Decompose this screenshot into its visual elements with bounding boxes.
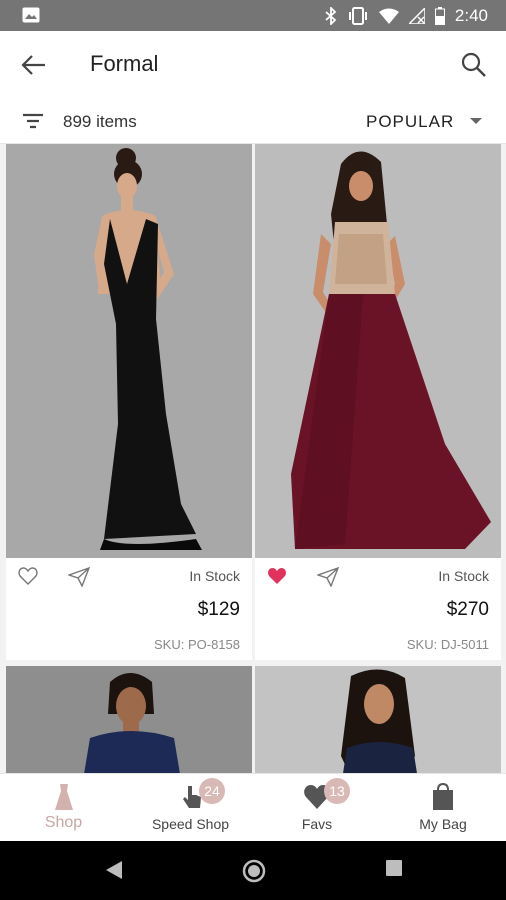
search-icon[interactable] xyxy=(460,51,488,79)
product-grid: In Stock $129 SKU: PO-8158 In Stock $270… xyxy=(0,144,506,773)
filter-bar: 899 items POPULAR xyxy=(0,99,506,144)
stock-status: In Stock xyxy=(189,568,240,584)
bluetooth-icon xyxy=(325,6,337,25)
heart-filled-icon[interactable] xyxy=(267,567,287,585)
chevron-down-icon[interactable] xyxy=(470,118,482,124)
app-bar: Formal xyxy=(0,31,506,99)
favs-badge: 13 xyxy=(324,778,350,804)
product-card[interactable]: In Stock $270 SKU: DJ-5011 xyxy=(255,144,501,660)
stock-status: In Stock xyxy=(438,568,489,584)
nav-label: Speed Shop xyxy=(151,816,230,832)
item-count: 899 items xyxy=(63,112,137,131)
product-image[interactable] xyxy=(6,666,252,773)
wifi-icon xyxy=(378,8,399,24)
shopping-bag-icon xyxy=(433,782,453,810)
nav-my-bag[interactable]: My Bag xyxy=(380,774,506,842)
product-image[interactable] xyxy=(6,144,252,558)
speed-shop-badge: 24 xyxy=(199,778,225,804)
product-image[interactable] xyxy=(255,666,501,773)
back-arrow-icon[interactable] xyxy=(20,51,48,79)
dress-icon xyxy=(54,784,73,810)
nav-favs[interactable]: 13 Favs xyxy=(254,774,380,842)
page-title: Formal xyxy=(90,51,159,76)
status-bar: 2:40 xyxy=(0,0,506,31)
share-icon[interactable] xyxy=(317,567,339,587)
home-circle-icon[interactable] xyxy=(242,859,266,883)
product-actions: In Stock xyxy=(6,559,252,591)
product-card[interactable]: In Stock $129 SKU: PO-8158 xyxy=(6,144,252,660)
bottom-nav: Shop 24 Speed Shop 13 Favs My Bag xyxy=(0,773,506,841)
sort-dropdown[interactable]: POPULAR xyxy=(366,112,454,132)
nav-label: My Bag xyxy=(419,816,467,832)
recents-square-icon[interactable] xyxy=(385,859,403,877)
filter-icon[interactable] xyxy=(22,112,44,130)
product-price: $270 xyxy=(446,599,489,620)
product-card[interactable] xyxy=(255,666,501,773)
battery-icon xyxy=(434,6,445,25)
nav-speed-shop[interactable]: 24 Speed Shop xyxy=(127,774,254,842)
nav-label: Favs xyxy=(301,816,333,832)
nav-shop[interactable]: Shop xyxy=(0,774,127,842)
nav-label: Shop xyxy=(44,814,83,831)
product-sku: SKU: DJ-5011 xyxy=(406,637,489,652)
vibrate-icon xyxy=(348,6,367,25)
heart-outline-icon[interactable] xyxy=(18,567,38,585)
product-card[interactable] xyxy=(6,666,252,773)
clock: 2:40 xyxy=(454,5,488,25)
cell-signal-icon xyxy=(408,7,425,24)
product-price: $129 xyxy=(197,599,240,620)
image-notification-icon xyxy=(22,7,40,23)
product-sku: SKU: PO-8158 xyxy=(154,637,240,652)
system-nav-bar xyxy=(0,841,506,900)
product-image[interactable] xyxy=(255,144,501,558)
product-actions: In Stock xyxy=(255,559,501,591)
share-icon[interactable] xyxy=(68,567,90,587)
back-triangle-icon[interactable] xyxy=(104,859,124,881)
